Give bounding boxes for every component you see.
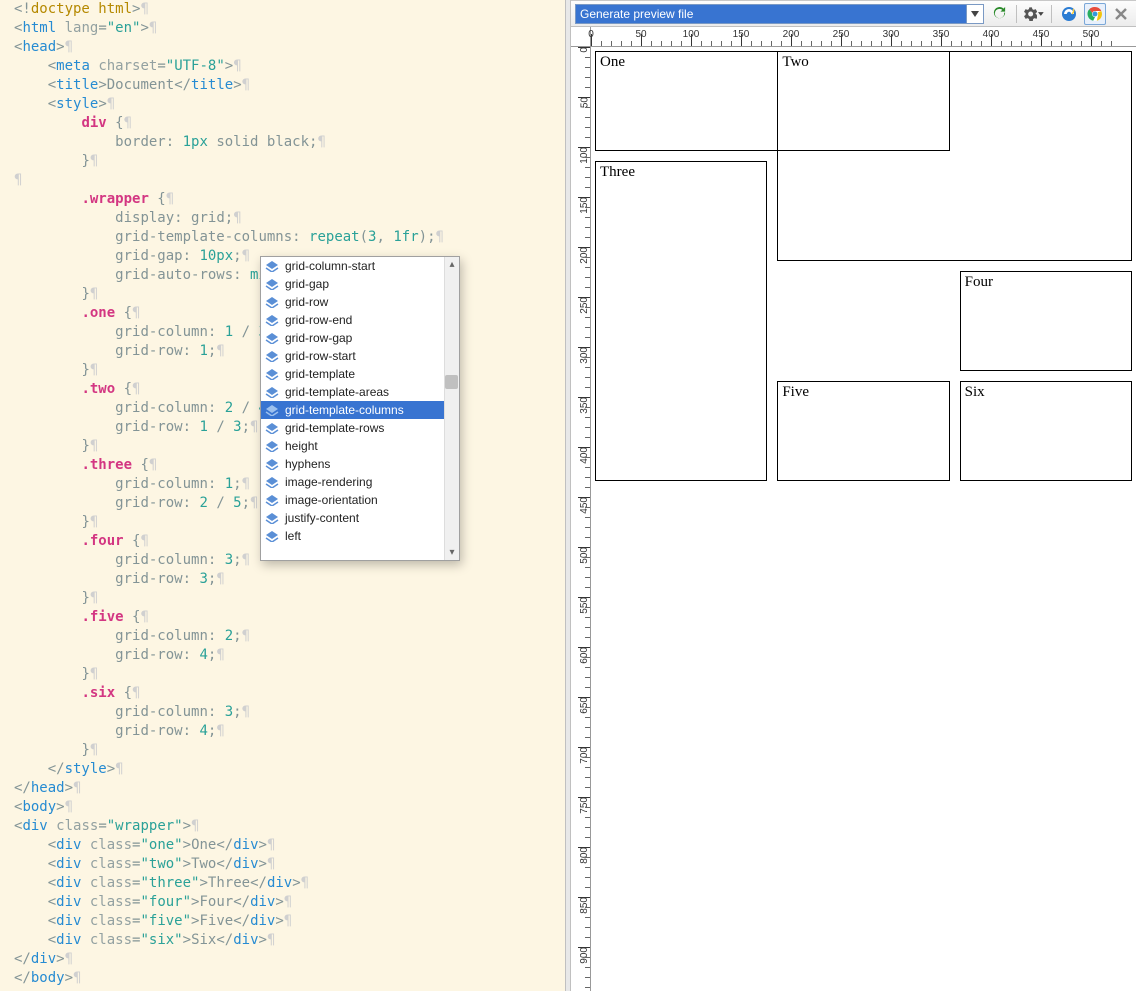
autocomplete-item[interactable]: image-orientation: [261, 491, 459, 509]
chevron-down-icon[interactable]: [966, 5, 983, 23]
property-icon: [265, 458, 279, 470]
settings-button[interactable]: [1023, 3, 1045, 25]
autocomplete-item[interactable]: height: [261, 437, 459, 455]
autocomplete-item[interactable]: left: [261, 527, 459, 545]
autocomplete-item[interactable]: justify-content: [261, 509, 459, 527]
property-icon: [265, 314, 279, 326]
chrome-browser-button[interactable]: [1084, 3, 1106, 25]
scroll-down-icon[interactable]: ▾: [445, 545, 459, 560]
combo-value: Generate preview file: [576, 5, 966, 23]
autocomplete-item[interactable]: hyphens: [261, 455, 459, 473]
property-icon: [265, 332, 279, 344]
separator: [1051, 5, 1052, 23]
ruler-horizontal: 050100150200250300350400450500: [591, 27, 1136, 47]
grid-cell-four: Four: [960, 271, 1132, 371]
property-icon: [265, 440, 279, 452]
autocomplete-item[interactable]: grid-row-gap: [261, 329, 459, 347]
autocomplete-item[interactable]: image-rendering: [261, 473, 459, 491]
property-icon: [265, 494, 279, 506]
property-icon: [265, 260, 279, 272]
autocomplete-item[interactable]: grid-template-rows: [261, 419, 459, 437]
autocomplete-item[interactable]: grid-row-start: [261, 347, 459, 365]
close-button[interactable]: [1110, 3, 1132, 25]
autocomplete-item[interactable]: grid-gap: [261, 275, 459, 293]
preview-body: 050100150200250300350400450500 050100150…: [571, 27, 1136, 991]
grid-cell-three: Three: [595, 161, 767, 481]
autocomplete-item[interactable]: grid-column-start: [261, 257, 459, 275]
preview-source-combo[interactable]: Generate preview file: [575, 4, 984, 24]
property-icon: [265, 512, 279, 524]
autocomplete-item[interactable]: grid-row: [261, 293, 459, 311]
property-icon: [265, 422, 279, 434]
property-icon: [265, 476, 279, 488]
scroll-thumb[interactable]: [445, 375, 458, 389]
autocomplete-scrollbar[interactable]: ▴ ▾: [444, 257, 459, 560]
grid-cell-five: Five: [777, 381, 949, 481]
scroll-up-icon[interactable]: ▴: [445, 257, 459, 272]
autocomplete-item[interactable]: grid-template-areas: [261, 383, 459, 401]
autocomplete-item[interactable]: grid-template: [261, 365, 459, 383]
ie-browser-button[interactable]: [1058, 3, 1080, 25]
ruler-vertical: 0501001502002503003504004505005506006507…: [571, 47, 591, 991]
refresh-button[interactable]: [988, 3, 1010, 25]
separator: [1016, 5, 1017, 23]
property-icon: [265, 368, 279, 380]
grid-cell-one: One: [595, 51, 950, 151]
code-editor[interactable]: <!doctype html>¶ <html lang="en">¶ <head…: [0, 0, 565, 991]
property-icon: [265, 404, 279, 416]
preview-content[interactable]: Two One Three Four Five Six: [591, 47, 1136, 991]
preview-toolbar: Generate preview file: [571, 1, 1136, 27]
property-icon: [265, 296, 279, 308]
property-icon: [265, 386, 279, 398]
property-icon: [265, 350, 279, 362]
grid-cell-six: Six: [960, 381, 1132, 481]
autocomplete-item[interactable]: grid-template-columns: [261, 401, 459, 419]
property-icon: [265, 530, 279, 542]
preview-pane: Generate preview file: [571, 0, 1136, 991]
autocomplete-popup[interactable]: grid-column-startgrid-gapgrid-rowgrid-ro…: [260, 256, 460, 561]
autocomplete-item[interactable]: grid-row-end: [261, 311, 459, 329]
property-icon: [265, 278, 279, 290]
